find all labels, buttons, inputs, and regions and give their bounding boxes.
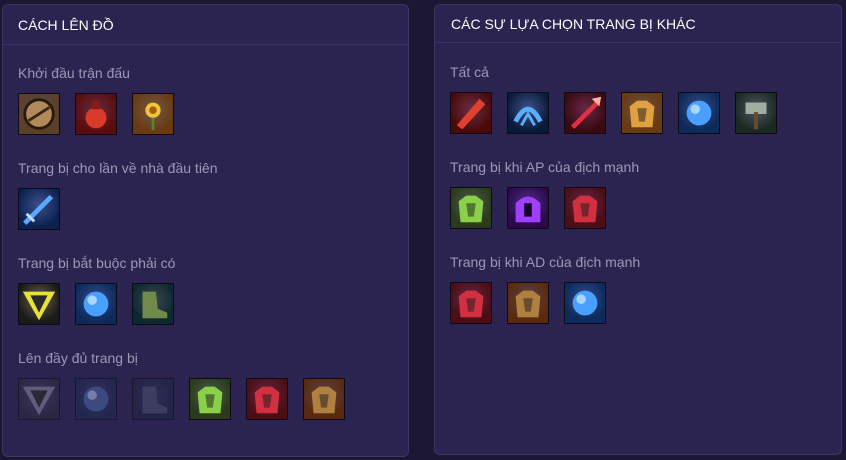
red-armor-icon[interactable] [564, 187, 606, 229]
yellow-emblem-icon-glyph [22, 386, 56, 416]
purple-helm-icon[interactable] [507, 187, 549, 229]
potion-bottle-icon[interactable] [75, 93, 117, 135]
green-boots-icon-glyph [142, 386, 168, 414]
green-boots-icon[interactable] [132, 283, 174, 325]
item-row [450, 92, 792, 134]
green-boots-icon[interactable] [132, 378, 174, 420]
golden-flower-icon-glyph [145, 102, 161, 131]
alternatives-panel-title: CÁC SỰ LỰA CHỌN TRANG BỊ KHÁC [435, 5, 841, 43]
red-armor-icon[interactable] [246, 378, 288, 420]
section-title: Tất cả [450, 64, 489, 80]
red-spear-icon-glyph [570, 96, 602, 129]
section-core-items: Trang bị bắt buộc phải có [18, 255, 189, 325]
red-blade-icon-glyph [456, 98, 486, 130]
section-title: Trang bị bắt buộc phải có [18, 255, 176, 271]
blue-orb-icon-glyph [83, 291, 109, 317]
section-all-alternatives: Tất cả [450, 64, 792, 134]
green-armor-icon-glyph [458, 195, 484, 223]
item-row [18, 378, 360, 420]
red-spear-icon[interactable] [564, 92, 606, 134]
yellow-emblem-icon-glyph [22, 291, 56, 321]
item-row [18, 188, 218, 230]
red-armor-icon-glyph [254, 386, 280, 414]
section-first-back: Trang bị cho lần về nhà đầu tiên [18, 160, 218, 230]
red-armor-icon[interactable] [450, 282, 492, 324]
red-blade-icon[interactable] [450, 92, 492, 134]
yellow-emblem-icon[interactable] [18, 378, 60, 420]
item-row [18, 93, 189, 135]
blue-claw-icon[interactable] [507, 92, 549, 134]
blue-orb-icon-glyph [572, 290, 598, 316]
alternatives-panel: CÁC SỰ LỰA CHỌN TRANG BỊ KHÁC Tất cả Tra… [434, 4, 842, 455]
build-panel: CÁCH LÊN ĐỒ Khởi đầu trận đấu Trang bị c… [2, 4, 409, 457]
section-starting-items: Khởi đầu trận đấu [18, 65, 189, 135]
stone-armor-icon-glyph [515, 290, 541, 318]
purple-helm-icon-glyph [515, 196, 541, 223]
blue-orb-icon[interactable] [564, 282, 606, 324]
yellow-emblem-icon[interactable] [18, 283, 60, 325]
round-shield-icon[interactable] [18, 93, 60, 135]
red-armor-icon-glyph [458, 290, 484, 318]
section-vs-ad: Trang bị khi AD của địch mạnh [450, 254, 640, 324]
section-title: Trang bị khi AP của địch mạnh [450, 159, 640, 175]
blue-orb-icon-glyph [686, 100, 712, 126]
stone-armor-icon[interactable] [303, 378, 345, 420]
section-title: Trang bị cho lần về nhà đầu tiên [18, 160, 218, 176]
item-row [450, 282, 640, 324]
section-title: Khởi đầu trận đấu [18, 65, 130, 81]
golden-armor-icon-glyph [629, 100, 655, 128]
stone-hammer-icon-glyph [745, 102, 767, 130]
red-armor-icon-glyph [572, 195, 598, 223]
section-vs-ap: Trang bị khi AP của địch mạnh [450, 159, 639, 229]
blue-sword-icon-glyph [23, 194, 54, 225]
build-panel-title: CÁCH LÊN ĐỒ [3, 5, 408, 45]
section-full-build: Lên đầy đủ trang bị [18, 350, 360, 420]
round-shield-icon-glyph [23, 98, 55, 130]
potion-bottle-icon-glyph [85, 101, 107, 129]
green-armor-icon[interactable] [450, 187, 492, 229]
blue-sword-icon[interactable] [18, 188, 60, 230]
item-row [18, 283, 189, 325]
section-title: Lên đầy đủ trang bị [18, 350, 138, 366]
blue-orb-icon-glyph [83, 386, 109, 412]
golden-flower-icon[interactable] [132, 93, 174, 135]
green-boots-icon-glyph [142, 291, 168, 319]
blue-claw-icon-glyph [513, 106, 543, 127]
green-armor-icon[interactable] [189, 378, 231, 420]
stone-armor-icon-glyph [311, 386, 337, 414]
stone-hammer-icon[interactable] [735, 92, 777, 134]
stone-armor-icon[interactable] [507, 282, 549, 324]
blue-orb-icon[interactable] [75, 283, 117, 325]
blue-orb-icon[interactable] [678, 92, 720, 134]
blue-orb-icon[interactable] [75, 378, 117, 420]
green-armor-icon-glyph [197, 386, 223, 414]
item-row [450, 187, 639, 229]
golden-armor-icon[interactable] [621, 92, 663, 134]
section-title: Trang bị khi AD của địch mạnh [450, 254, 641, 270]
